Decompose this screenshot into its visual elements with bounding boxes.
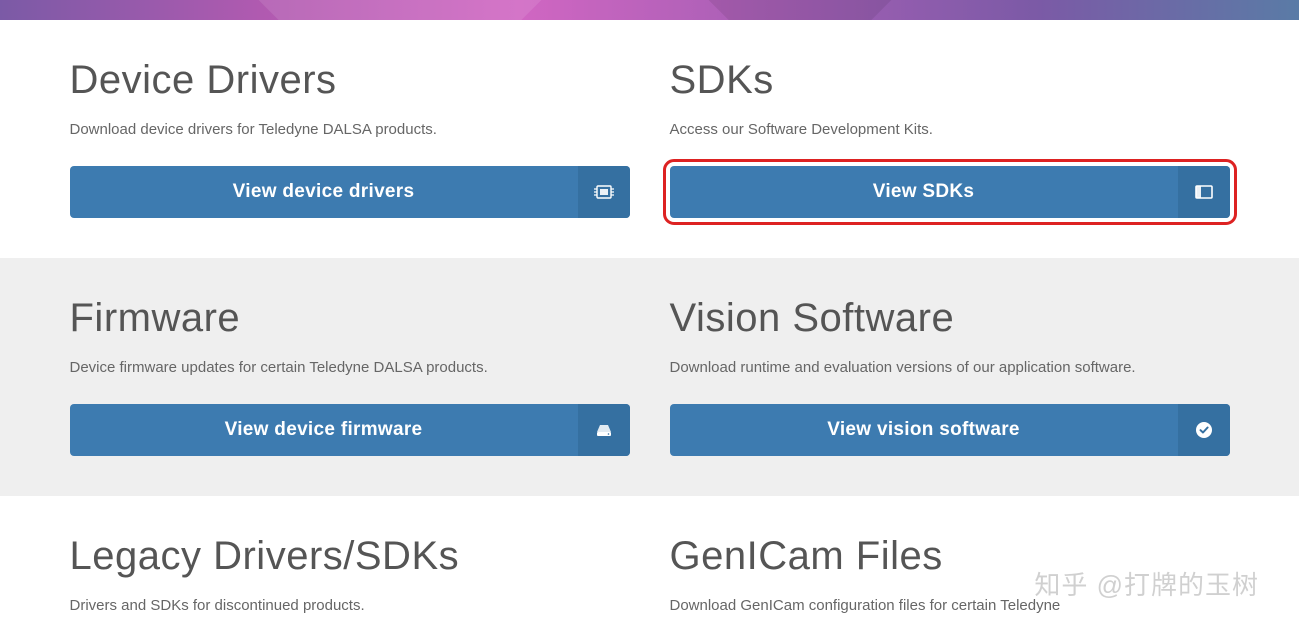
heading-sdks: SDKs — [670, 58, 1230, 103]
desc-legacy: Drivers and SDKs for discontinued produc… — [70, 597, 630, 614]
view-firmware-button[interactable]: View device firmware — [70, 404, 630, 456]
storage-icon — [578, 404, 630, 456]
card-device-drivers: Device Drivers Download device drivers f… — [70, 58, 630, 218]
card-sdks: SDKs Access our Software Development Kit… — [670, 58, 1230, 218]
card-legacy: Legacy Drivers/SDKs Drivers and SDKs for… — [70, 534, 630, 642]
section-row-1: Device Drivers Download device drivers f… — [0, 20, 1299, 258]
heading-device-drivers: Device Drivers — [70, 58, 630, 103]
heading-genicam: GenICam Files — [670, 534, 1230, 579]
card-genicam: GenICam Files Download GenICam configura… — [670, 534, 1230, 642]
heading-vision-software: Vision Software — [670, 296, 1230, 341]
heading-legacy: Legacy Drivers/SDKs — [70, 534, 630, 579]
section-row-3: Legacy Drivers/SDKs Drivers and SDKs for… — [0, 496, 1299, 642]
view-sdks-button[interactable]: View SDKs — [670, 166, 1230, 218]
view-device-drivers-button[interactable]: View device drivers — [70, 166, 630, 218]
desc-sdks: Access our Software Development Kits. — [670, 121, 1230, 138]
desc-firmware: Device firmware updates for certain Tele… — [70, 359, 630, 376]
view-vision-software-button[interactable]: View vision software — [670, 404, 1230, 456]
view-device-drivers-label: View device drivers — [70, 166, 578, 218]
desc-device-drivers: Download device drivers for Teledyne DAL… — [70, 121, 630, 138]
heading-firmware: Firmware — [70, 296, 630, 341]
check-circle-icon — [1178, 404, 1230, 456]
view-firmware-label: View device firmware — [70, 404, 578, 456]
card-vision-software: Vision Software Download runtime and eva… — [670, 296, 1230, 456]
view-vision-software-label: View vision software — [670, 404, 1178, 456]
desc-vision-software: Download runtime and evaluation versions… — [670, 359, 1230, 376]
window-icon — [1178, 166, 1230, 218]
view-sdks-label: View SDKs — [670, 166, 1178, 218]
section-row-2: Firmware Device firmware updates for cer… — [0, 258, 1299, 496]
hero-banner — [0, 0, 1299, 20]
desc-genicam: Download GenICam configuration files for… — [670, 597, 1230, 614]
card-firmware: Firmware Device firmware updates for cer… — [70, 296, 630, 456]
chip-icon — [578, 166, 630, 218]
